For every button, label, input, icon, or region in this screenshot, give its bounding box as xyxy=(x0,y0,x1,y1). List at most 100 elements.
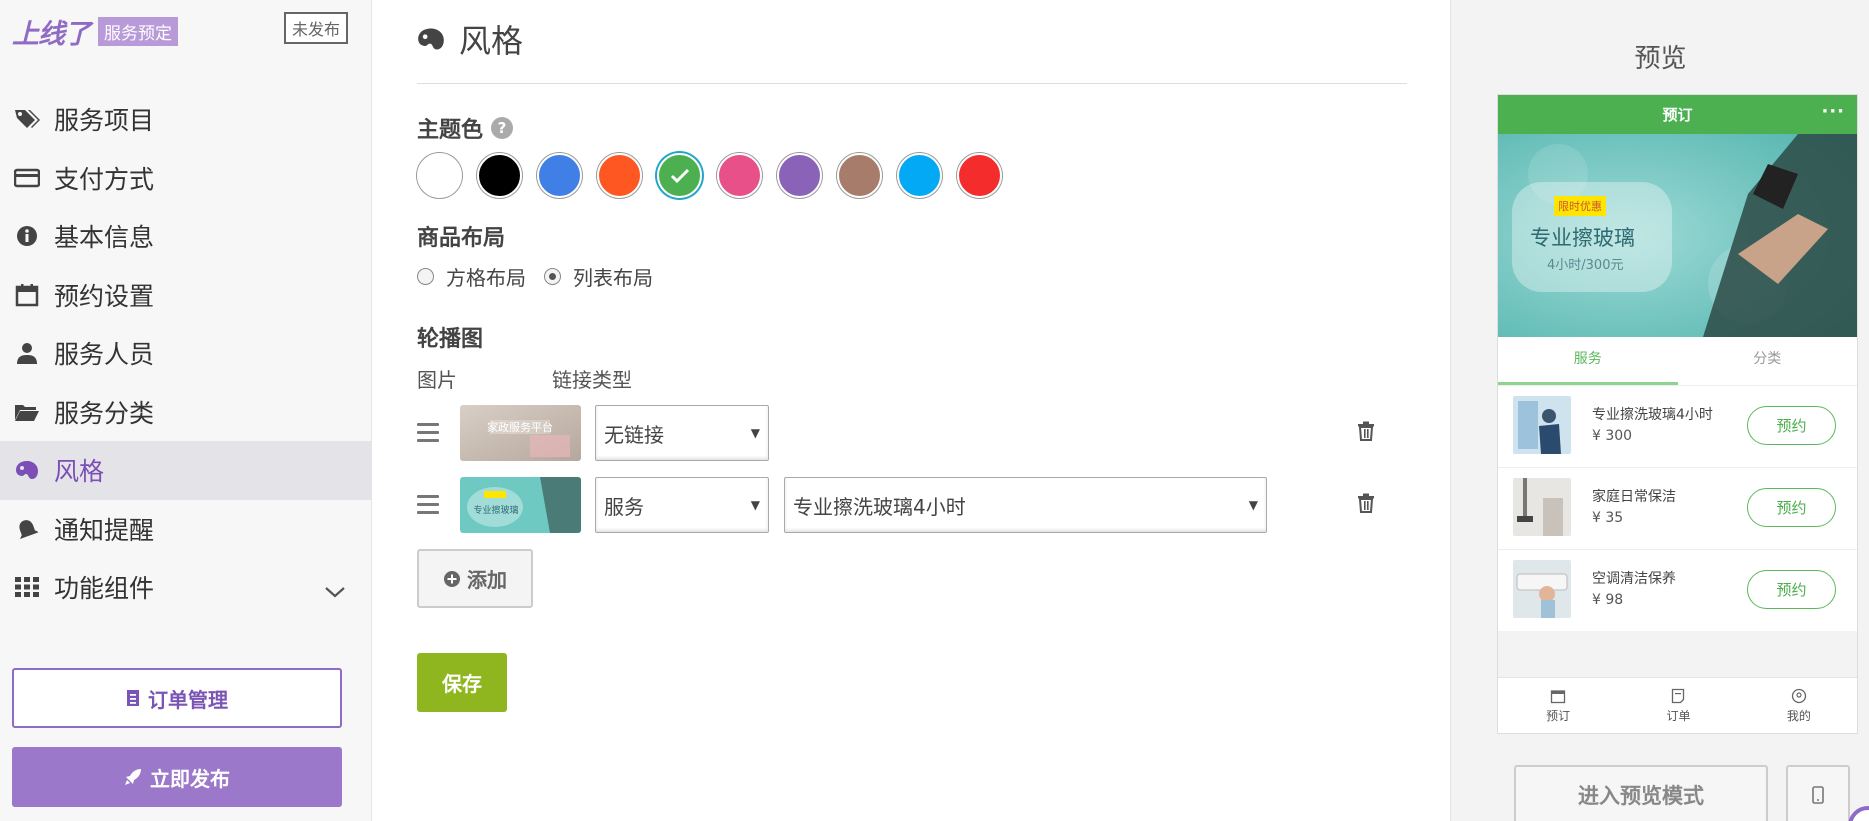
service-list-item[interactable]: 专业擦洗玻璃4小时 ¥ 300 预约 xyxy=(1498,385,1857,467)
mobile-preview-button[interactable] xyxy=(1786,765,1850,821)
color-swatch-white[interactable] xyxy=(417,153,462,198)
phone-preview: 预订 ··· 限时优惠 专业擦玻璃 4小时/300元 服务 分类 专业擦洗玻璃4… xyxy=(1497,94,1858,734)
sidebar-item-label: 服务人员 xyxy=(54,340,155,370)
add-label: 添加 xyxy=(467,568,507,592)
theme-color-swatches xyxy=(417,153,1017,198)
layout-heading: 商品布局 xyxy=(417,220,505,252)
dropdown-arrow-icon: ▼ xyxy=(1248,498,1258,512)
radio-button[interactable] xyxy=(417,268,434,285)
column-header-link-type: 链接类型 xyxy=(552,368,632,392)
folder-icon xyxy=(14,399,40,425)
delete-row-icon[interactable] xyxy=(1357,421,1375,445)
layout-option-label: 方格布局 xyxy=(446,266,526,290)
delete-row-icon[interactable] xyxy=(1357,493,1375,517)
color-swatch-black[interactable] xyxy=(477,153,522,198)
more-icon[interactable]: ··· xyxy=(1821,101,1845,122)
theme-color-label: 主题色 xyxy=(417,118,484,143)
service-image xyxy=(1513,478,1571,536)
sidebar-item-categories[interactable]: 服务分类 xyxy=(0,383,372,442)
save-button[interactable]: 保存 xyxy=(417,653,507,712)
service-image xyxy=(1513,396,1571,454)
bottom-nav-label: 预订 xyxy=(1546,708,1571,723)
color-swatch-green[interactable] xyxy=(657,153,702,198)
banner-subtitle: 4小时/300元 xyxy=(1547,258,1624,273)
book-button[interactable]: 预约 xyxy=(1747,570,1836,609)
app-bar-title: 预订 xyxy=(1662,106,1693,124)
profile-icon xyxy=(1791,688,1806,703)
sidebar: 上线了 服务预定 未发布 服务项目 支付方式 基本信息 预约设置 服务人员 服务… xyxy=(0,0,372,821)
sidebar-item-basic-info[interactable]: 基本信息 xyxy=(0,207,372,266)
sidebar-item-services[interactable]: 服务项目 xyxy=(0,90,372,149)
service-list-item[interactable]: 家庭日常保洁 ¥ 35 预约 xyxy=(1498,467,1857,549)
style-settings-panel: 风格 主题色 ? 商品布局 方格布局 列表布局 轮播图 图片 链接类型 家政服务… xyxy=(417,0,1407,821)
chevron-down-icon[interactable] xyxy=(324,576,346,605)
chat-bubble-icon[interactable] xyxy=(1848,806,1869,821)
dropdown-arrow-icon: ▼ xyxy=(750,498,760,512)
color-swatch-purple[interactable] xyxy=(777,153,822,198)
thumbnail-text: 家政服务平台 xyxy=(487,420,553,434)
service-list-item[interactable]: 空调清洁保养 ¥ 98 预约 xyxy=(1498,549,1857,631)
publish-now-label: 立即发布 xyxy=(150,766,230,791)
carousel-thumbnail[interactable]: 家政服务平台 xyxy=(460,405,581,461)
radio-button[interactable] xyxy=(544,268,561,285)
sidebar-item-label: 服务分类 xyxy=(54,398,155,428)
column-header-image: 图片 xyxy=(417,368,457,392)
color-swatch-cyan[interactable] xyxy=(897,153,942,198)
tab-categories[interactable]: 分类 xyxy=(1678,337,1858,385)
sidebar-item-components[interactable]: 功能组件 xyxy=(0,558,372,617)
drag-handle-icon[interactable] xyxy=(417,423,439,447)
preview-bottom-nav: 预订 订单 我的 xyxy=(1498,677,1857,733)
link-type-value: 服务 xyxy=(604,494,644,519)
brand[interactable]: 上线了 服务预定 xyxy=(12,12,178,51)
thumbnail-text: 专业擦玻璃 xyxy=(473,504,518,516)
drag-handle-icon[interactable] xyxy=(417,495,439,519)
color-swatch-blue[interactable] xyxy=(537,153,582,198)
tag-icon xyxy=(14,106,40,132)
service-name: 空调清洁保养 xyxy=(1592,571,1676,587)
sidebar-item-label: 功能组件 xyxy=(54,574,155,604)
bottom-nav-booking[interactable]: 预订 xyxy=(1498,678,1618,733)
service-name: 专业擦洗玻璃4小时 xyxy=(1592,407,1713,423)
banner-image[interactable]: 限时优惠 专业擦玻璃 4小时/300元 xyxy=(1498,134,1857,337)
promo-badge: 限时优惠 xyxy=(1554,196,1606,216)
color-swatch-brown[interactable] xyxy=(837,153,882,198)
link-target-select[interactable]: 专业擦洗玻璃4小时 ▼ xyxy=(784,477,1267,533)
tab-services[interactable]: 服务 xyxy=(1498,337,1678,385)
carousel-row: 专业擦玻璃 服务 ▼ 专业擦洗玻璃4小时 ▼ xyxy=(417,477,1407,533)
sidebar-item-staff[interactable]: 服务人员 xyxy=(0,324,372,383)
enter-preview-mode-button[interactable]: 进入预览模式 xyxy=(1514,765,1768,821)
book-button[interactable]: 预约 xyxy=(1747,488,1836,527)
bottom-nav-orders[interactable]: 订单 xyxy=(1618,678,1738,733)
mobile-phone-icon xyxy=(1812,786,1824,804)
sidebar-item-payment[interactable]: 支付方式 xyxy=(0,149,372,208)
bell-icon xyxy=(14,516,40,542)
sidebar-item-style[interactable]: 风格 xyxy=(0,441,372,500)
bottom-nav-label: 我的 xyxy=(1786,708,1811,723)
link-type-select[interactable]: 服务 ▼ xyxy=(595,477,769,533)
banner-title: 专业擦玻璃 xyxy=(1530,226,1635,250)
color-swatch-pink[interactable] xyxy=(717,153,762,198)
layout-option-list[interactable]: 列表布局 xyxy=(544,262,653,291)
sidebar-item-notifications[interactable]: 通知提醒 xyxy=(0,500,372,559)
bottom-nav-profile[interactable]: 我的 xyxy=(1739,678,1857,733)
sidebar-nav: 服务项目 支付方式 基本信息 预约设置 服务人员 服务分类 风格 通知提醒 功能… xyxy=(0,90,372,617)
add-carousel-button[interactable]: 添加 xyxy=(417,549,533,608)
carousel-thumbnail[interactable]: 专业擦玻璃 xyxy=(460,477,581,533)
help-icon[interactable]: ? xyxy=(491,117,514,139)
link-type-select[interactable]: 无链接 ▼ xyxy=(595,405,769,461)
color-swatch-orange[interactable] xyxy=(597,153,642,198)
layout-option-grid[interactable]: 方格布局 xyxy=(417,262,526,291)
sidebar-item-booking-settings[interactable]: 预约设置 xyxy=(0,266,372,325)
calendar-icon xyxy=(14,282,40,308)
grid-icon xyxy=(14,574,40,600)
service-price: ¥ 300 xyxy=(1592,428,1633,444)
color-swatch-red[interactable] xyxy=(957,153,1002,198)
rocket-icon xyxy=(125,769,141,785)
order-management-button[interactable]: 订单管理 xyxy=(12,668,342,728)
app-bar: 预订 ··· xyxy=(1498,95,1857,134)
book-button[interactable]: 预约 xyxy=(1747,406,1836,445)
carousel-row: 家政服务平台 无链接 ▼ xyxy=(417,405,1407,461)
palette-icon xyxy=(14,457,40,483)
publish-now-button[interactable]: 立即发布 xyxy=(12,747,342,807)
checkmark-icon xyxy=(670,168,689,183)
